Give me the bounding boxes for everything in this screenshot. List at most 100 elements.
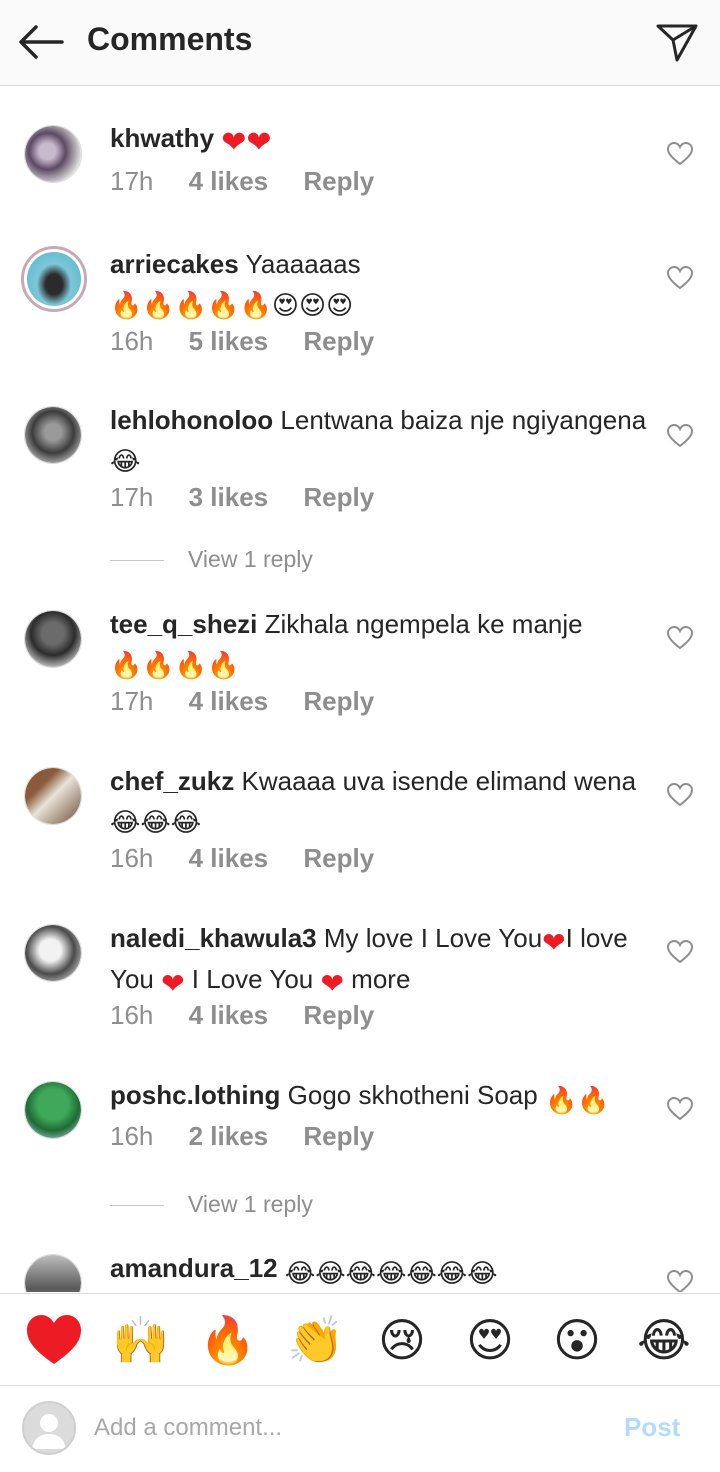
comment-body-part: I Love You xyxy=(184,964,321,994)
comment-text: naledi_khawula3 My love I Love You❤I lov… xyxy=(110,920,650,1002)
comment-emoji: 😂😂😂 xyxy=(110,807,202,837)
comment-username[interactable]: khwathy xyxy=(110,123,214,153)
reply-button[interactable]: Reply xyxy=(303,482,374,512)
fire-icon[interactable]: 🔥 xyxy=(198,1310,258,1370)
comment-emoji: 🔥🔥🔥🔥🔥😍😍😍 xyxy=(110,290,354,320)
page-title: Comments xyxy=(87,21,253,57)
comment-time: 17h xyxy=(110,166,154,196)
comment-likes[interactable]: 5 likes xyxy=(189,326,269,356)
comment-username[interactable]: amandura_12 xyxy=(110,1253,278,1283)
comment-text: chef_zukz Kwaaaa uva isende elimand wena… xyxy=(110,763,650,840)
comment-emoji: 🔥🔥 xyxy=(544,1085,610,1115)
comment-meta: 17h 4 likes Reply xyxy=(110,686,402,717)
comment-likes[interactable]: 4 likes xyxy=(189,843,269,873)
comment-meta: 17h 3 likes Reply xyxy=(110,482,402,513)
comment-body: Gogo skhotheni Soap xyxy=(287,1080,538,1110)
comment-username[interactable]: lehlohonoloo xyxy=(110,405,273,435)
divider-line xyxy=(110,1205,164,1206)
comment-body: Yaaaaaas xyxy=(245,249,361,279)
comment-likes[interactable]: 2 likes xyxy=(189,1121,269,1151)
heart-outline-icon[interactable] xyxy=(667,626,693,650)
comment-text: amandura_12 😂😂😂😂😂😂😂 xyxy=(110,1250,650,1291)
comment-input[interactable] xyxy=(94,1406,574,1450)
back-button[interactable] xyxy=(14,20,66,64)
comment-likes[interactable]: 4 likes xyxy=(189,1000,269,1030)
comment-body: Zikhala ngempela ke manje xyxy=(264,609,583,639)
avatar[interactable] xyxy=(24,406,82,464)
heart-outline-icon[interactable] xyxy=(667,783,693,807)
clapping-hands-icon[interactable]: 👏 xyxy=(286,1310,346,1370)
heart-emoji: ❤ xyxy=(542,927,566,958)
comment-username[interactable]: arriecakes xyxy=(110,249,239,279)
comment-text: poshc.lothing Gogo skhotheni Soap 🔥🔥 xyxy=(110,1077,650,1118)
view-replies-label[interactable]: View 1 reply xyxy=(188,1191,313,1218)
heart-outline-icon[interactable] xyxy=(667,940,693,964)
comment-username[interactable]: poshc.lothing xyxy=(110,1080,280,1110)
reply-button[interactable]: Reply xyxy=(303,843,374,873)
reply-button[interactable]: Reply xyxy=(303,326,374,356)
comment-body-part: more xyxy=(343,964,411,994)
comment-likes[interactable]: 4 likes xyxy=(189,686,269,716)
comment-emoji: ❤❤ xyxy=(221,126,272,159)
raising-hands-icon[interactable]: 🙌 xyxy=(111,1310,171,1370)
crying-face-icon[interactable]: 😢 xyxy=(372,1310,432,1370)
red-heart-icon[interactable] xyxy=(24,1310,84,1370)
comment-body: Kwaaaa uva isende elimand wena xyxy=(241,766,637,796)
reply-button[interactable]: Reply xyxy=(303,686,374,716)
heart-outline-icon[interactable] xyxy=(667,1097,693,1121)
reply-button[interactable]: Reply xyxy=(303,1121,374,1151)
comment-body-part: My love I Love You xyxy=(323,923,543,953)
comment-username[interactable]: naledi_khawula3 xyxy=(110,923,317,953)
heart-outline-icon[interactable] xyxy=(667,266,693,290)
surprised-face-icon[interactable]: 😮 xyxy=(547,1310,607,1370)
comment-username[interactable]: chef_zukz xyxy=(110,766,234,796)
comment-meta: 16h 2 likes Reply xyxy=(110,1121,402,1152)
red-heart-shape xyxy=(27,1315,81,1364)
heart-outline-icon[interactable] xyxy=(667,142,693,166)
comment-text: arriecakes Yaaaaaas 🔥🔥🔥🔥🔥😍😍😍 xyxy=(110,246,650,323)
comment-username[interactable]: tee_q_shezi xyxy=(110,609,257,639)
comment-text: tee_q_shezi Zikhala ngempela ke manje 🔥🔥… xyxy=(110,606,650,683)
reply-button[interactable]: Reply xyxy=(303,1000,374,1030)
comment-likes[interactable]: 3 likes xyxy=(189,482,269,512)
current-user-avatar xyxy=(22,1401,76,1455)
heart-outline-icon[interactable] xyxy=(667,1270,693,1292)
quick-reactions-bar: 🙌 🔥 👏 😢 😍 😮 😂 xyxy=(0,1293,720,1386)
heart-eyes-icon[interactable]: 😍 xyxy=(460,1310,520,1370)
avatar[interactable] xyxy=(24,1081,82,1139)
comment-composer: Post xyxy=(0,1386,720,1472)
avatar[interactable] xyxy=(24,767,82,825)
comment-time: 17h xyxy=(110,482,154,512)
share-button[interactable] xyxy=(652,18,700,66)
comment-text: khwathy ❤❤ xyxy=(110,120,650,161)
comment-likes[interactable]: 4 likes xyxy=(189,166,269,196)
paper-plane-icon xyxy=(656,24,698,62)
avatar[interactable] xyxy=(24,125,82,183)
heart-outline-icon[interactable] xyxy=(667,424,693,448)
reply-button[interactable]: Reply xyxy=(303,166,374,196)
tears-of-joy-icon[interactable]: 😂 xyxy=(634,1310,694,1370)
comment-time: 16h xyxy=(110,326,154,356)
comment-meta: 16h 5 likes Reply xyxy=(110,326,402,357)
heart-emoji: ❤ xyxy=(320,968,344,999)
comment-emoji: 😂 xyxy=(110,446,141,476)
post-button[interactable]: Post xyxy=(624,1412,680,1443)
comment-emoji: 🔥🔥🔥🔥 xyxy=(110,650,240,680)
avatar[interactable] xyxy=(24,1254,82,1292)
avatar[interactable] xyxy=(24,924,82,982)
avatar[interactable] xyxy=(24,610,82,668)
arrow-left-icon xyxy=(19,25,64,59)
comment-time: 16h xyxy=(110,1121,154,1151)
top-bar: Comments xyxy=(0,0,720,86)
comment-time: 16h xyxy=(110,843,154,873)
avatar[interactable] xyxy=(21,246,87,312)
comment-body: Lentwana baiza nje ngiyangena xyxy=(280,405,647,435)
comment-text: lehlohonoloo Lentwana baiza nje ngiyange… xyxy=(110,402,650,479)
comment-list[interactable]: khwathy ❤❤ 17h 4 likes Reply arriecakes … xyxy=(0,86,720,1292)
comment-time: 16h xyxy=(110,1000,154,1030)
comment-emoji: 😂😂😂😂😂😂😂 xyxy=(284,1258,498,1288)
view-replies-label[interactable]: View 1 reply xyxy=(188,546,313,573)
comment-meta: 16h 4 likes Reply xyxy=(110,843,402,874)
divider-line xyxy=(110,560,164,561)
comment-meta: 17h 4 likes Reply xyxy=(110,166,402,197)
